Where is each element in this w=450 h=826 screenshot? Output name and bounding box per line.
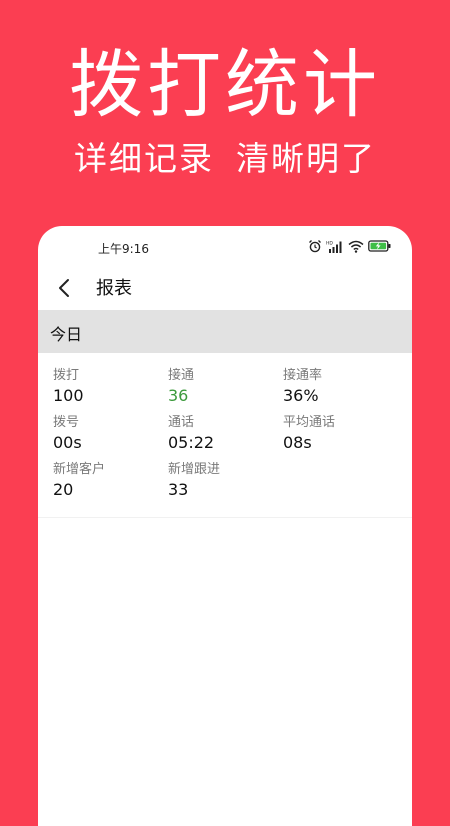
stat-label: 新增客户 xyxy=(53,462,106,477)
promo-headline: 拨打统计 xyxy=(69,42,381,128)
status-time: 上午9:16 xyxy=(98,242,149,256)
status-bar: 上午9:16 HD xyxy=(38,226,412,266)
svg-text:HD: HD xyxy=(326,240,333,246)
stats-row: 拨打 100 接通 36 接通率 36% xyxy=(38,367,412,414)
wifi-icon xyxy=(348,240,364,253)
battery-charging-icon xyxy=(368,240,391,252)
back-button[interactable] xyxy=(50,272,78,304)
stat-label: 拨号 xyxy=(53,415,80,430)
stat-value: 20 xyxy=(53,480,74,499)
stat-label: 拨打 xyxy=(53,368,80,383)
stat-label: 平均通话 xyxy=(283,415,336,430)
stat-talk-time: 通话 05:22 xyxy=(168,414,283,454)
section-title: 今日 xyxy=(50,325,83,344)
stat-new-followups: 新增跟进 33 xyxy=(168,461,283,501)
stat-label: 接通率 xyxy=(283,368,323,383)
stat-value: 00s xyxy=(53,433,82,452)
stat-label: 新增跟进 xyxy=(168,462,221,477)
chevron-left-icon xyxy=(59,279,69,297)
nav-bar: 报表 xyxy=(38,266,412,310)
stat-dial-time: 拨号 00s xyxy=(53,414,168,454)
stat-value: 36% xyxy=(283,386,319,405)
stat-dialed: 拨打 100 xyxy=(53,367,168,407)
stats-row: 拨号 00s 通话 05:22 平均通话 08s xyxy=(38,414,412,461)
phone-screen: 上午9:16 HD 报表 今日 拨打 100 接通 36 接通率 36% 拨号 … xyxy=(38,226,412,826)
promo-subline-left: 详细记录 xyxy=(74,139,214,178)
stat-value: 100 xyxy=(53,386,84,405)
promo-subline-right: 清晰明了 xyxy=(236,139,376,178)
stat-average-talk: 平均通话 08s xyxy=(283,414,398,454)
stat-value: 36 xyxy=(168,386,189,405)
status-icons: HD xyxy=(308,239,392,253)
stat-connect-rate: 接通率 36% xyxy=(283,367,398,407)
promo-subline: 详细记录 清晰明了 xyxy=(0,142,450,175)
section-header-today: 今日 xyxy=(38,310,412,353)
hd-signal-icon: HD xyxy=(326,240,342,253)
alarm-icon xyxy=(309,240,321,253)
divider xyxy=(38,517,412,518)
stat-value: 08s xyxy=(283,433,312,452)
stat-label: 通话 xyxy=(168,415,195,430)
stat-value: 33 xyxy=(168,480,189,499)
stat-value: 05:22 xyxy=(168,433,215,452)
stats-grid: 拨打 100 接通 36 接通率 36% 拨号 00s 通话 05:22 平均通 xyxy=(38,367,412,508)
stat-connected: 接通 36 xyxy=(168,367,283,407)
page-title: 报表 xyxy=(96,278,132,299)
stats-row: 新增客户 20 新增跟进 33 xyxy=(38,461,412,508)
stat-new-customers: 新增客户 20 xyxy=(53,461,168,501)
stat-label: 接通 xyxy=(168,368,195,383)
